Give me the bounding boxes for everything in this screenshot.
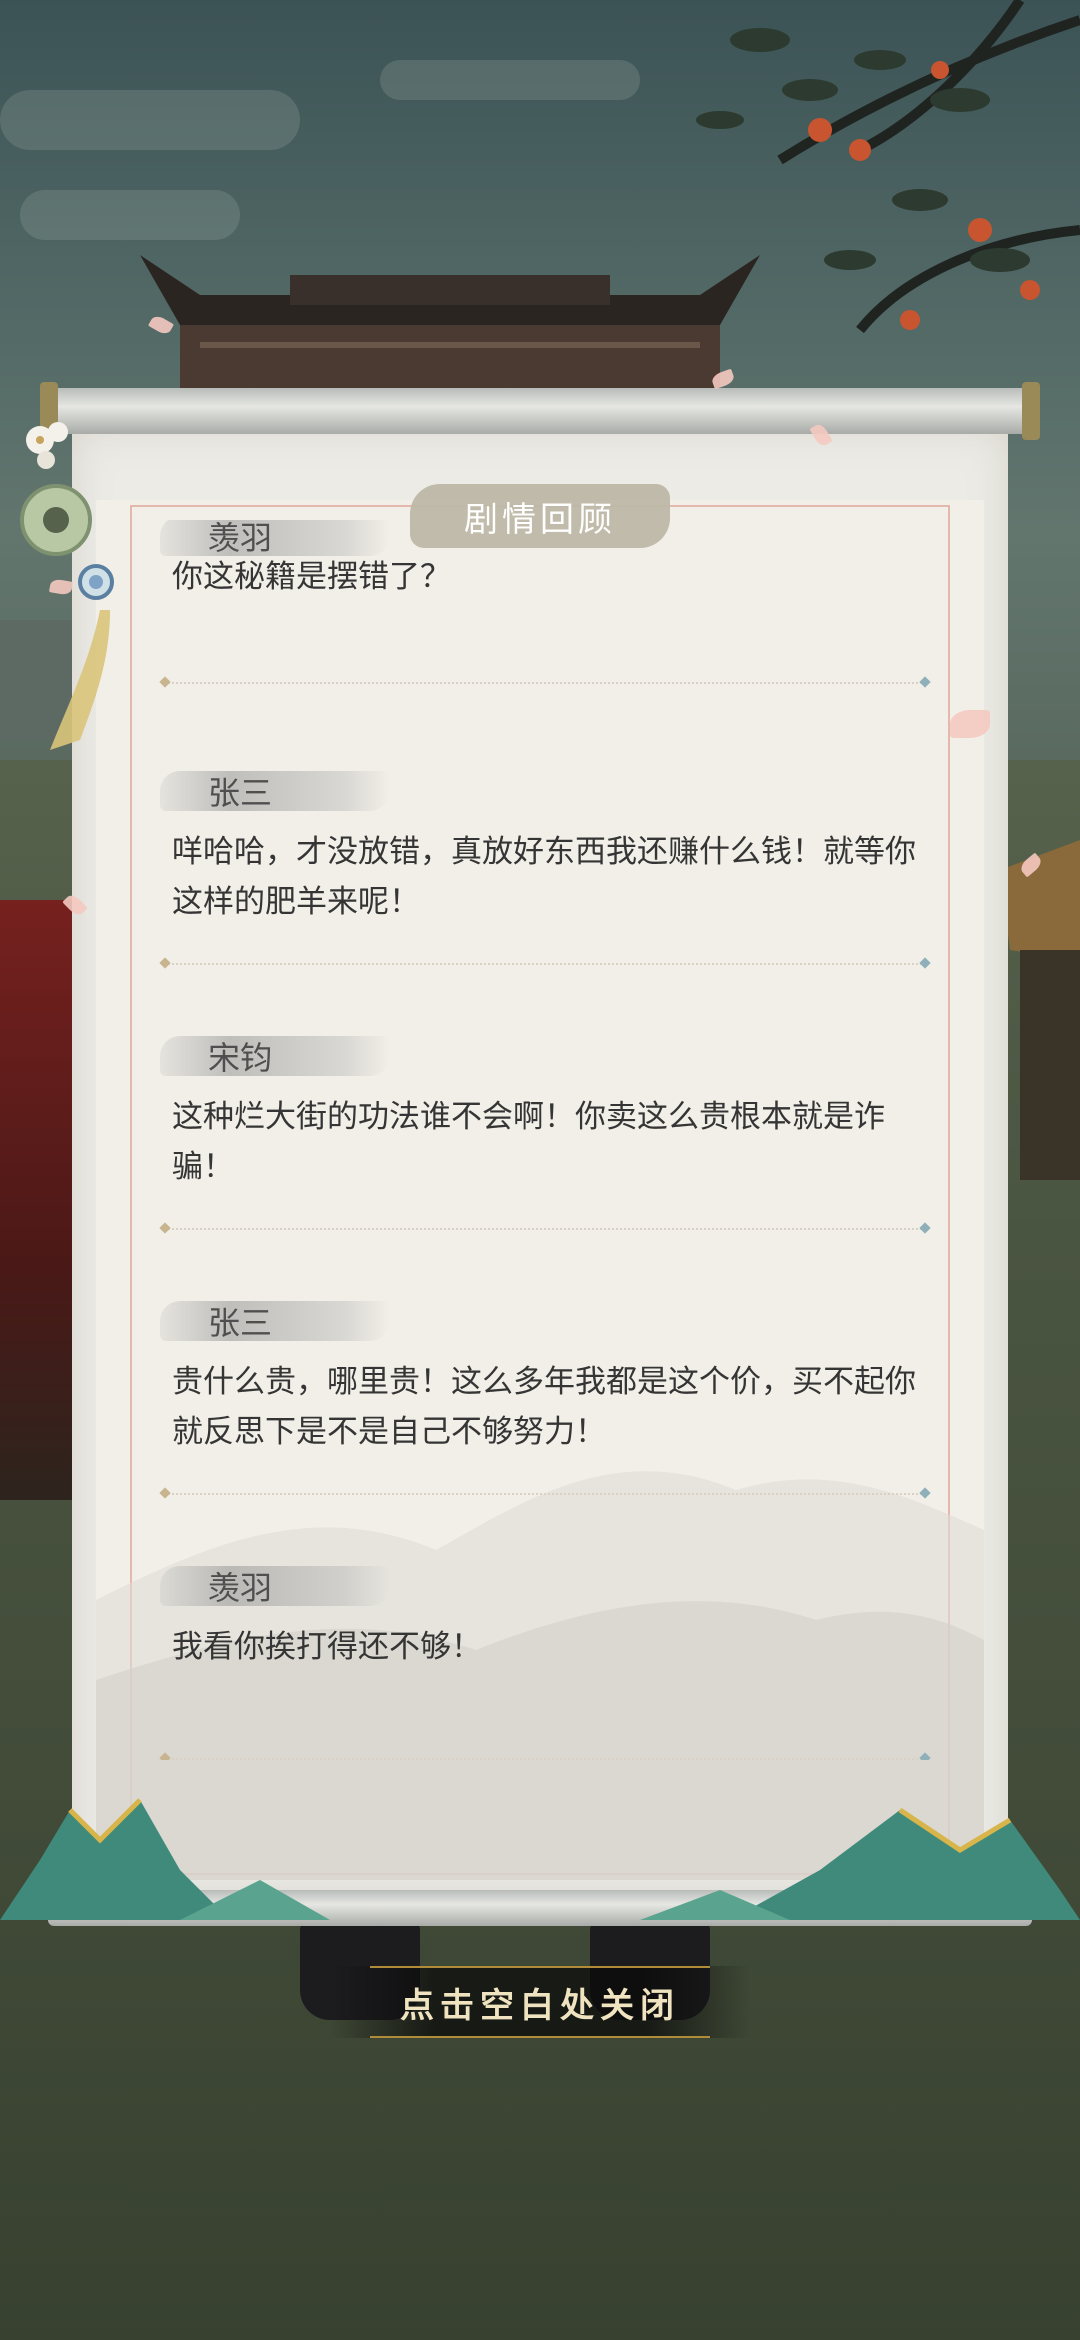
close-hint-line [370, 2036, 710, 2038]
speaker-name: 张三 [208, 1304, 273, 1342]
separator [159, 957, 931, 969]
dialogue-line: 咩哈哈，才没放错，真放好东西我还赚什么钱！就等你这样的肥羊来呢！ [172, 834, 916, 920]
story-review-list[interactable]: 羡羽 你这秘籍是摆错了？ 张三 咩哈哈，才没放错，真放好东西我还赚什么钱！就等你… [130, 520, 950, 1760]
speaker-brush-bg [160, 520, 390, 556]
separator [159, 1222, 931, 1234]
speaker-tag: 张三 [160, 1295, 390, 1347]
separator-dot [919, 676, 931, 688]
dialogue-line: 我看你挨打得还不够！ [172, 1629, 482, 1665]
close-hint-line [370, 1966, 710, 1968]
magnifier-charm-icon [78, 564, 114, 600]
scroll-top-rod [48, 388, 1032, 434]
thatched-hut [1000, 840, 1080, 1180]
dialogue-line: 这种烂大街的功法谁不会啊！你卖这么贵根本就是诈骗！ [172, 1099, 885, 1185]
dialogue-line: 贵什么贵，哪里贵！这么多年我都是这个价，买不起你就反思下是不是自己不够努力！ [172, 1364, 916, 1450]
speaker-tag: 羡羽 [160, 1560, 390, 1612]
close-hint-label: 点击空白处关闭 [400, 1985, 680, 2026]
separator [159, 676, 931, 688]
speaker-tag: 张三 [160, 765, 390, 817]
jade-disc-icon [20, 422, 114, 750]
cloud [20, 190, 240, 240]
separator-dot [919, 957, 931, 969]
separator-dot [159, 1222, 171, 1234]
teal-mountain-ornament [0, 1798, 1080, 1920]
petal [950, 710, 990, 738]
separator-dot [159, 957, 171, 969]
speaker-name: 宋钧 [208, 1039, 273, 1077]
plum-blossom-icon [26, 422, 68, 469]
separator-dot [919, 1487, 931, 1499]
separator-dot [159, 1487, 171, 1499]
separator-dot [159, 1752, 171, 1760]
rod-cap-right [1022, 382, 1040, 440]
speaker-tag: 宋钧 [160, 1030, 390, 1082]
separator-dot [919, 1222, 931, 1234]
cloud [0, 90, 300, 150]
speaker-name: 张三 [208, 774, 273, 812]
speaker-name: 羡羽 [208, 1569, 273, 1607]
separator [159, 1752, 931, 1760]
speaker-brush-bg [160, 1301, 390, 1341]
separator-dot [919, 1752, 931, 1760]
speaker-brush-bg [160, 771, 390, 811]
speaker-brush-bg [160, 1036, 390, 1076]
separator [159, 1487, 931, 1499]
persimmon-tree [696, 0, 1080, 334]
close-hint-button[interactable]: 点击空白处关闭 [330, 1966, 750, 2038]
separator-dot [159, 676, 171, 688]
speaker-brush-bg [160, 1566, 390, 1606]
dialogue-line: 你这秘籍是摆错了？ [172, 559, 451, 595]
